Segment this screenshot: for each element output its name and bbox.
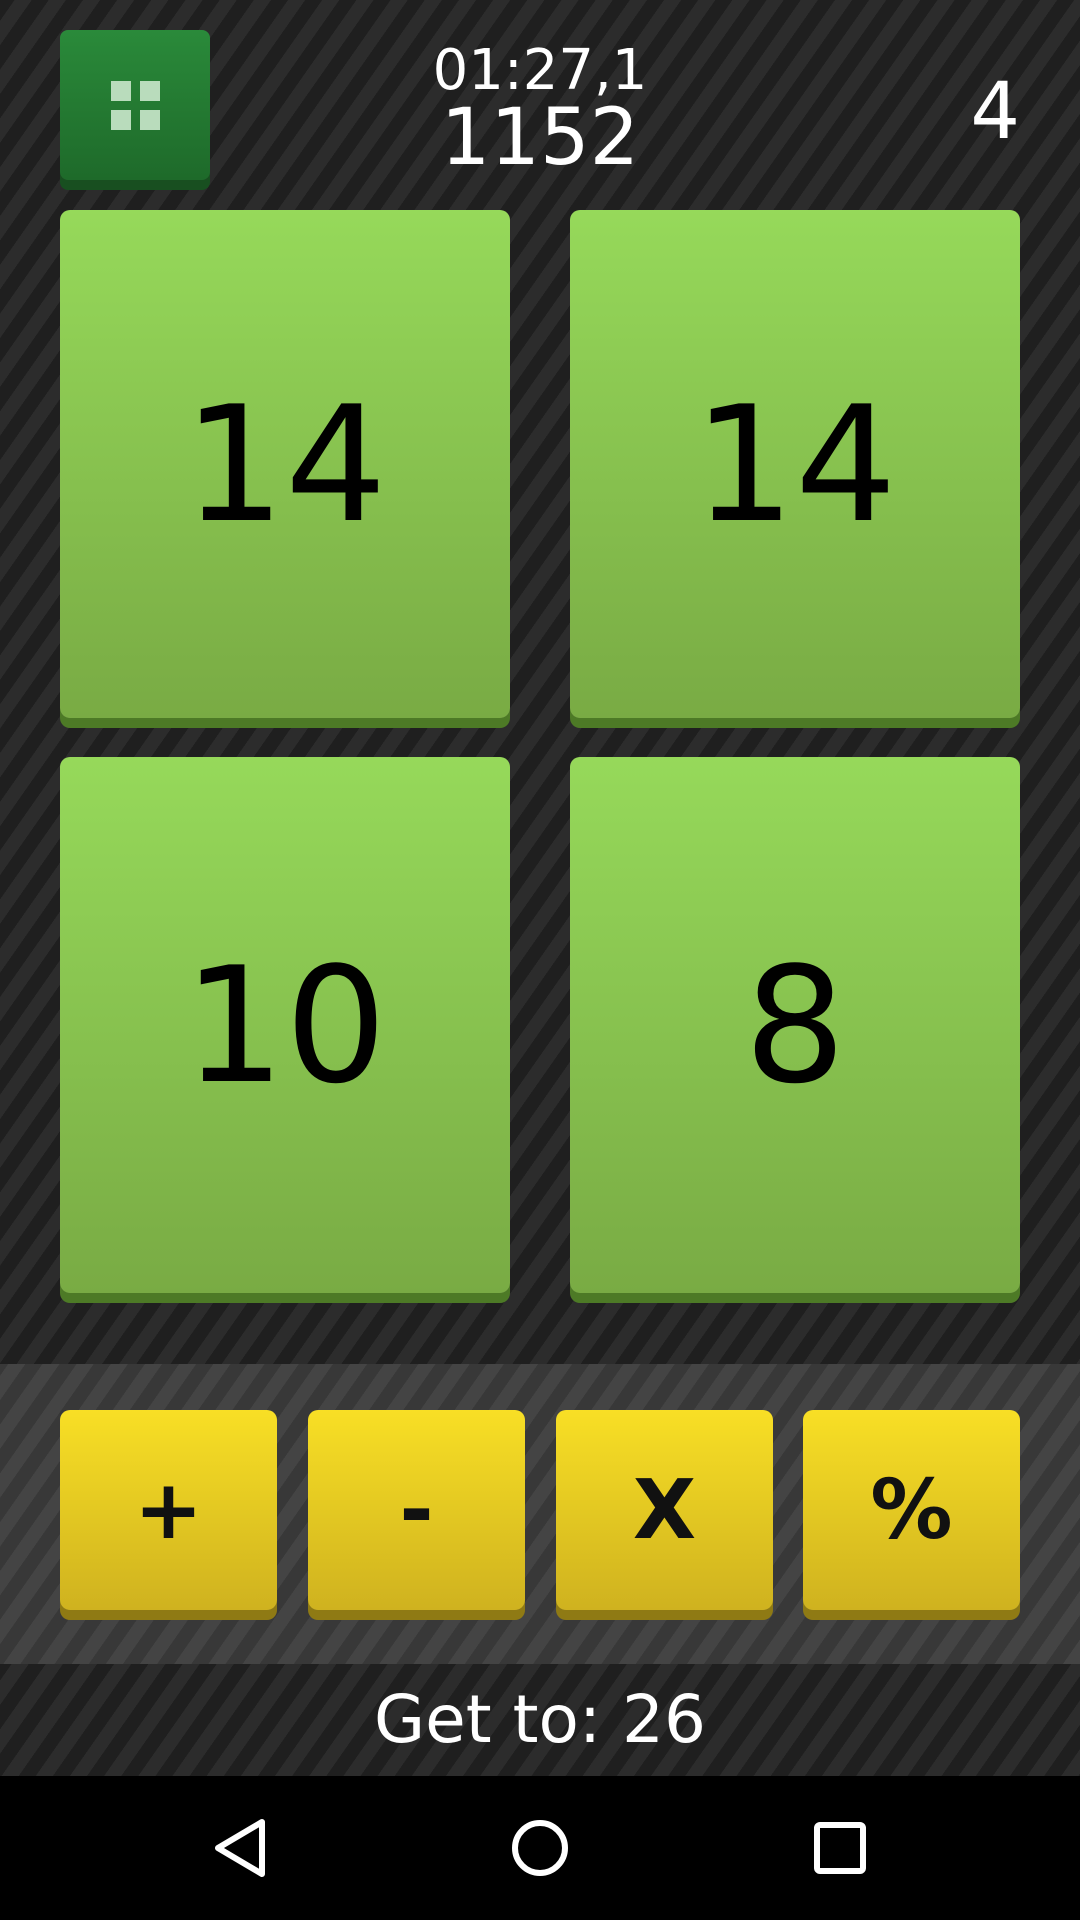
menu-button[interactable] [60, 30, 210, 180]
add-button[interactable]: + [60, 1410, 277, 1610]
navigation-bar [0, 1776, 1080, 1920]
number-card[interactable]: 8 [570, 757, 1020, 1293]
level-number: 4 [970, 67, 1020, 157]
recents-icon[interactable] [790, 1798, 890, 1898]
divide-button[interactable]: % [803, 1410, 1020, 1610]
number-card[interactable]: 10 [60, 757, 510, 1293]
multiply-button[interactable]: X [556, 1410, 773, 1610]
number-card[interactable]: 14 [570, 210, 1020, 718]
number-card[interactable]: 14 [60, 210, 510, 718]
back-icon[interactable] [190, 1798, 290, 1898]
grid-icon [110, 80, 160, 130]
home-icon[interactable] [490, 1798, 590, 1898]
goal-text: Get to: 26 [373, 1681, 707, 1758]
subtract-button[interactable]: - [308, 1410, 525, 1610]
score: 1152 [440, 93, 640, 183]
